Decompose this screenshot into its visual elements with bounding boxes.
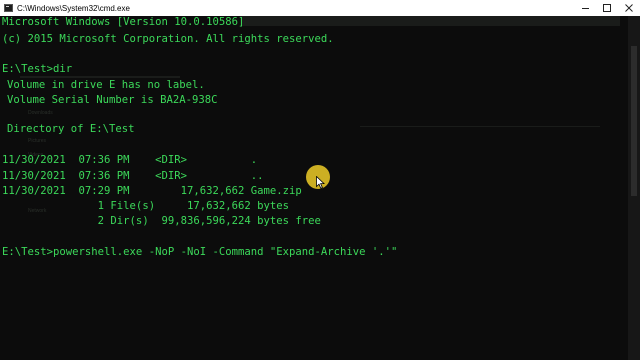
close-icon — [625, 4, 633, 12]
ghost-label-pictures: Pictures — [28, 138, 47, 144]
cmd-window: C:\Windows\System32\cmd.exe Downloads Pi… — [0, 0, 640, 360]
window-controls — [574, 0, 640, 16]
background-window-ghost — [240, 16, 620, 26]
title-bar[interactable]: C:\Windows\System32\cmd.exe — [0, 0, 640, 16]
console-line: 11/30/2021 07:36 PM <DIR> .. — [2, 170, 264, 182]
scrollbar-thumb[interactable] — [631, 46, 637, 196]
cmd-icon[interactable] — [4, 4, 13, 12]
console-line: 1 File(s) 17,632,662 bytes — [2, 200, 290, 212]
console-line: Volume Serial Number is BA2A-938C — [7, 94, 218, 106]
minimize-icon — [581, 7, 589, 9]
vertical-scrollbar[interactable] — [628, 16, 640, 360]
console-line: Directory of E:\Test — [7, 123, 135, 135]
console-line: 2 Dir(s) 99,836,596,224 bytes free — [2, 215, 321, 227]
console-line: (c) 2015 Microsoft Corporation. All righ… — [2, 33, 334, 45]
close-button[interactable] — [618, 0, 640, 16]
console-line: E:\Test>dir — [2, 63, 73, 75]
maximize-button[interactable] — [596, 0, 618, 16]
background-window-ghost — [360, 126, 600, 127]
window-title: C:\Windows\System32\cmd.exe — [17, 3, 130, 13]
ghost-label-downloads: Downloads — [28, 110, 53, 116]
console-line: Microsoft Windows [Version 10.0.10586] — [2, 16, 245, 28]
console-line: 11/30/2021 07:29 PM 17,632,662 Game.zip — [2, 185, 302, 197]
minimize-button[interactable] — [574, 0, 596, 16]
console-line: Volume in drive E has no label. — [7, 79, 205, 91]
mouse-pointer-icon — [316, 176, 325, 189]
maximize-icon — [603, 4, 611, 12]
console-line: 11/30/2021 07:36 PM <DIR> . — [2, 154, 258, 166]
console-prompt-line[interactable]: E:\Test>powershell.exe -NoP -NoI -Comman… — [2, 245, 397, 260]
